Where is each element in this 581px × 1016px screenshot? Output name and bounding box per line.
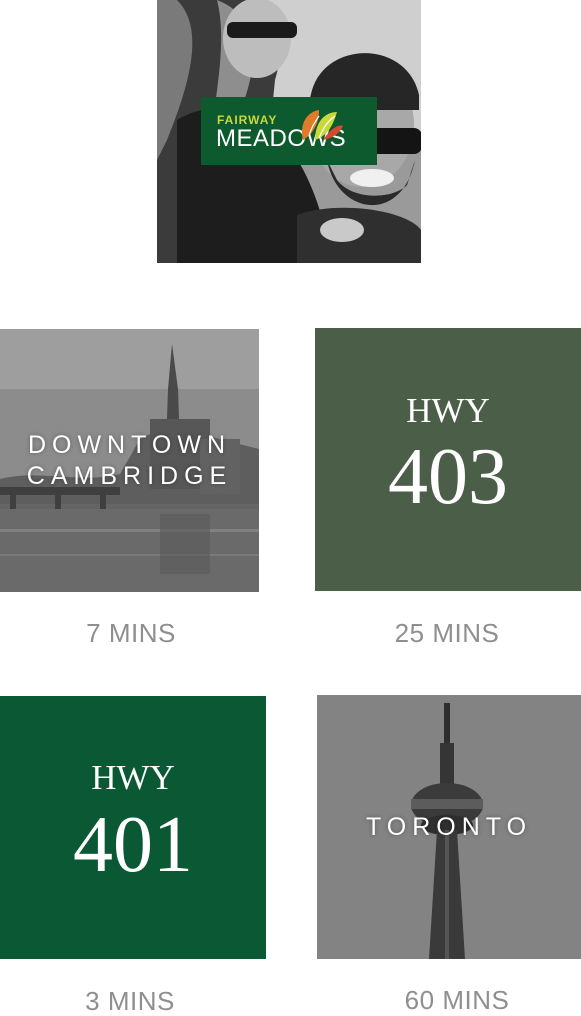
tile-label: TORONTO: [365, 813, 533, 841]
hwy-prefix: HWY: [91, 758, 175, 797]
tile-toronto[interactable]: TORONTO: [317, 695, 581, 959]
tile-hwy-403[interactable]: HWY 403: [315, 328, 581, 591]
tile-label-line2: CAMBRIDGE: [26, 462, 233, 490]
tile-downtown-cambridge[interactable]: DOWNTOWN CAMBRIDGE: [0, 329, 259, 592]
tile-label-line1: DOWNTOWN: [27, 431, 232, 459]
leaves-icon: [301, 110, 343, 140]
hwy-number: 403: [388, 433, 508, 521]
hwy-prefix: HWY: [406, 391, 490, 430]
hero-photo: FAIRWAY MEADOWS: [157, 0, 421, 263]
tile-hwy-401[interactable]: HWY 401: [0, 696, 266, 959]
travel-time-cambridge: 7 MINS: [86, 618, 176, 648]
fairway-meadows-logo: FAIRWAY MEADOWS: [201, 97, 377, 165]
hwy-number: 401: [73, 801, 193, 889]
travel-time-hwy-403: 25 MINS: [394, 618, 500, 648]
travel-time-toronto: 60 MINS: [404, 985, 510, 1015]
